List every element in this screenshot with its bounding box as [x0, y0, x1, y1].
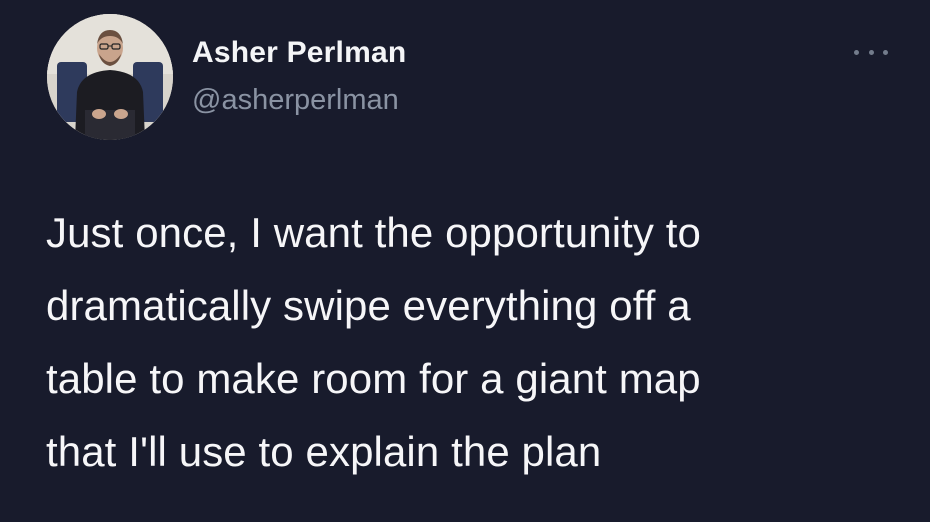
ellipsis-dot [883, 49, 888, 55]
profile-photo-icon [47, 14, 173, 140]
avatar[interactable] [47, 14, 173, 140]
ellipsis-dot [868, 49, 874, 55]
tweet-card: Asher Perlman @asherperlman Just once, I… [0, 0, 930, 522]
ellipsis-dot [854, 49, 859, 55]
tweet-text-line: that I'll use to explain the plan [46, 428, 602, 475]
author-handle[interactable]: @asherperlman [192, 84, 399, 117]
tweet-text: Just once, I want the opportunity to dra… [46, 196, 886, 488]
author-display-name[interactable]: Asher Perlman [192, 36, 406, 70]
tweet-text-line: Just once, I want the opportunity to [46, 209, 701, 256]
ellipsis-icon[interactable] [854, 46, 888, 58]
tweet-text-line: dramatically swipe everything off a [46, 282, 691, 329]
tweet-text-line: table to make room for a giant map [46, 355, 701, 402]
